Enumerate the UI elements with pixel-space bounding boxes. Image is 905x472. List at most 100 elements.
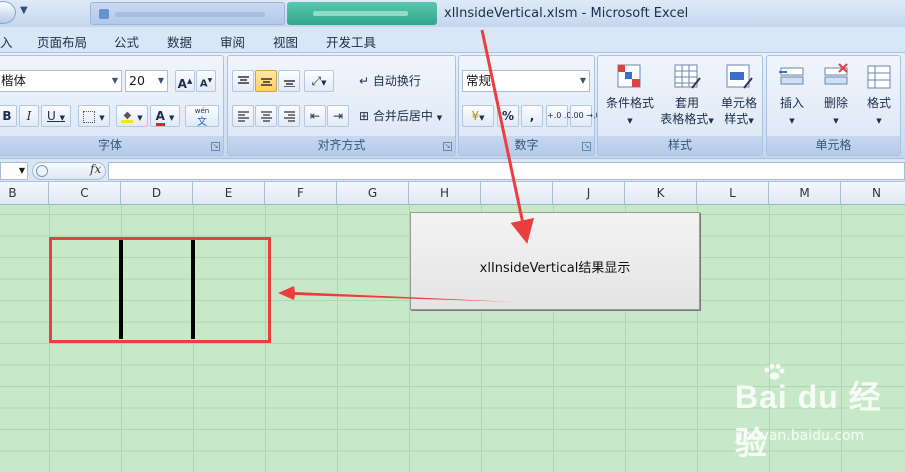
increase-decimal-button[interactable]: +.0 .00 [546, 105, 577, 127]
taskbar-tab-app[interactable] [287, 2, 437, 25]
column-header-f[interactable]: F [265, 182, 337, 205]
fill-color-button[interactable]: ◆ ▼ [116, 105, 148, 127]
font-group: 楷体 ▼ 20 ▼ A▲ A▼ B I U ▼ ▼ ◆ ▼ A ▼ wén 文 字体 … [0, 55, 224, 156]
align-left-button[interactable] [232, 105, 254, 127]
insert-function-button[interactable]: fx [90, 162, 101, 176]
borders-icon [83, 110, 96, 123]
cells-group: 插入 ▼ 删除 ▼ 格式 ▼ 单元格 [766, 55, 901, 156]
wrap-text-button[interactable]: ↵ 自动换行 [358, 70, 428, 92]
phonetic-bottom: 文 [197, 117, 207, 128]
taskbar-tab-label-redacted [313, 11, 408, 16]
number-format-select[interactable]: 常规 ▼ [462, 70, 590, 92]
conditional-format-icon [617, 64, 641, 88]
taskbar-tab-browser[interactable] [90, 2, 285, 25]
insert-cells-button[interactable]: 插入 ▼ [771, 60, 813, 129]
conditional-format-button[interactable]: 条件格式 ▼ [602, 60, 658, 129]
align-bottom-icon [283, 80, 295, 87]
dialog-launcher-icon[interactable]: ↘ [211, 142, 220, 151]
taskbar-tab-label-redacted [115, 12, 265, 17]
column-headers: B C D E F G H I J K L M N [0, 182, 905, 205]
font-color-icon: A [155, 110, 165, 126]
orientation-button[interactable]: ⤢▼ [304, 70, 334, 92]
alignment-group-label: 对齐方式 [228, 136, 455, 155]
phonetic-top: wén [194, 107, 210, 115]
percent-button[interactable]: % [497, 105, 519, 127]
styles-group: 条件格式 ▼ 套用 表格格式▼ 单元格 样式▼ 样式 [597, 55, 763, 156]
align-bottom-button[interactable] [278, 70, 300, 92]
format-cells-button[interactable]: 格式 ▼ [859, 60, 899, 129]
column-header-b[interactable]: B [0, 182, 49, 205]
macro-button[interactable]: xlInsideVertical结果显示 [410, 212, 700, 310]
baidu-watermark: Bai du 经验 jingyan.baidu.com [735, 364, 895, 462]
macro-button-label: xlInsideVertical结果显示 [479, 261, 631, 276]
accounting-format-button[interactable]: ¥▼ [462, 105, 494, 127]
increase-indent-button[interactable]: ⇥ [327, 105, 349, 127]
font-size-select[interactable]: 20 ▼ [125, 70, 168, 92]
quick-access-dropdown-icon[interactable]: ▼ [20, 5, 28, 16]
decrease-indent-icon: ⇤ [309, 109, 321, 123]
tab-data[interactable]: 数据 [167, 32, 192, 51]
column-header-k[interactable]: K [625, 182, 697, 205]
styles-group-label: 样式 [598, 136, 762, 155]
comma-button[interactable]: , [521, 105, 543, 127]
dialog-launcher-icon[interactable]: ↘ [582, 142, 591, 151]
grow-font-button[interactable]: A▲ [175, 70, 195, 92]
ribbon: 楷体 ▼ 20 ▼ A▲ A▼ B I U ▼ ▼ ◆ ▼ A ▼ wén 文 字体 … [0, 53, 905, 158]
align-center-button[interactable] [255, 105, 277, 127]
align-top-button[interactable] [232, 70, 254, 92]
column-header-j[interactable]: J [553, 182, 625, 205]
shrink-font-button[interactable]: A▼ [196, 70, 216, 92]
font-name-select[interactable]: 楷体 ▼ [0, 70, 122, 92]
cell-styles-icon [726, 64, 753, 89]
column-header-c[interactable]: C [49, 182, 121, 205]
align-center-icon [260, 111, 272, 122]
increase-indent-icon: ⇥ [332, 109, 344, 123]
delete-cells-button[interactable]: 删除 ▼ [815, 60, 857, 129]
number-group-label: 数字 [459, 136, 594, 155]
font-group-label: 字体 [0, 136, 223, 155]
name-box[interactable]: ▼ [0, 162, 28, 180]
office-button[interactable] [0, 1, 16, 24]
align-middle-button[interactable] [255, 70, 277, 92]
column-header-i[interactable]: I [481, 182, 553, 205]
cells-group-label: 单元格 [767, 136, 900, 155]
expand-circle-icon[interactable] [36, 165, 48, 177]
chevron-down-icon: ▼ [579, 76, 586, 85]
column-header-d[interactable]: D [121, 182, 193, 205]
column-header-g[interactable]: G [337, 182, 409, 205]
formula-input[interactable] [108, 162, 905, 180]
align-right-button[interactable] [278, 105, 300, 127]
tab-formulas[interactable]: 公式 [114, 32, 139, 51]
column-header-n[interactable]: N [841, 182, 905, 205]
delete-cells-icon [824, 63, 848, 85]
paint-bucket-icon: ◆ [121, 110, 134, 123]
phonetic-button[interactable]: wén 文 [185, 105, 219, 128]
italic-button[interactable]: I [19, 105, 39, 127]
currency-icon: ¥ [471, 109, 480, 123]
column-header-m[interactable]: M [769, 182, 841, 205]
decrease-decimal-button[interactable]: .00 →.0 [570, 105, 601, 127]
tab-developer[interactable]: 开发工具 [326, 32, 376, 51]
title-bar: ▼ xlInsideVertical.xlsm - Microsoft Exce… [0, 0, 905, 27]
format-as-table-button[interactable]: 套用 表格格式▼ [656, 60, 718, 129]
underline-button[interactable]: U ▼ [41, 105, 71, 127]
watermark-logo: Bai du 经验 [735, 379, 882, 461]
cell-styles-button[interactable]: 单元格 样式▼ [716, 60, 762, 129]
borders-button[interactable]: ▼ [78, 105, 110, 127]
merge-center-button[interactable]: ⊞ 合并后居中 ▼ [358, 105, 450, 127]
watermark-url: jingyan.baidu.com [735, 428, 865, 444]
column-header-e[interactable]: E [193, 182, 265, 205]
decrease-indent-button[interactable]: ⇤ [304, 105, 326, 127]
font-color-button[interactable]: A ▼ [150, 105, 180, 127]
column-header-h[interactable]: H [409, 182, 481, 205]
tab-page-layout[interactable]: 页面布局 [37, 32, 87, 51]
tab-insert[interactable]: 入 [0, 32, 13, 51]
column-header-l[interactable]: L [697, 182, 769, 205]
tab-view[interactable]: 视图 [273, 32, 298, 51]
table-format-icon [674, 64, 701, 89]
bold-button[interactable]: B [0, 105, 17, 127]
tab-review[interactable]: 审阅 [220, 32, 245, 51]
alignment-group: ⤢▼ ↵ 自动换行 ⇤ ⇥ ⊞ 合并后居中 ▼ 对齐方式 ↘ [227, 55, 456, 156]
dialog-launcher-icon[interactable]: ↘ [443, 142, 452, 151]
insert-cells-icon [779, 67, 804, 85]
